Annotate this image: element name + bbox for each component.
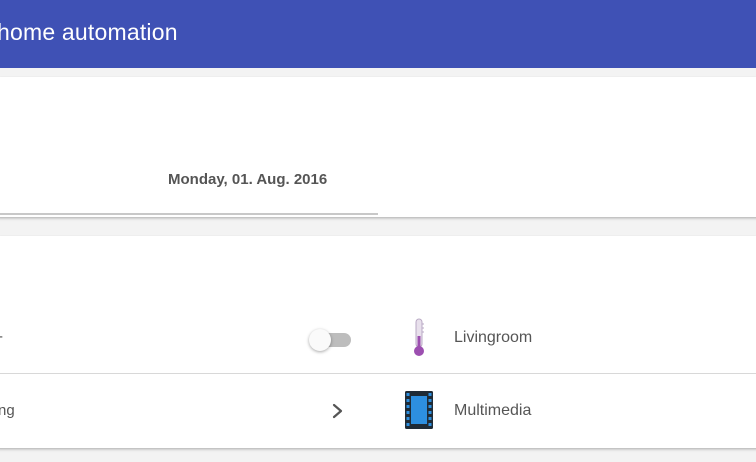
current-date: Monday, 01. Aug. 2016 [168, 171, 328, 188]
app-title: home automation [0, 19, 178, 45]
toggle-thumb [309, 329, 331, 351]
device-row-2-room-label: Multimedia [454, 402, 532, 419]
thermometer-icon [414, 318, 424, 356]
device-row-1-room-label: Livingroom [454, 329, 533, 346]
devices-card: - Livingroom ng Multimedia [0, 236, 756, 448]
film-icon [405, 391, 433, 429]
date-card: Monday, 01. Aug. 2016 [0, 77, 756, 217]
date-tab-indicator [0, 213, 378, 215]
chevron-right-icon[interactable] [331, 402, 345, 420]
device-row-1-toggle[interactable] [309, 329, 353, 351]
device-row-1-label-fragment: - [0, 328, 3, 345]
device-row-2-label-fragment: ng [0, 402, 15, 419]
row-divider [0, 373, 756, 374]
app-bar: home automation [0, 0, 756, 68]
